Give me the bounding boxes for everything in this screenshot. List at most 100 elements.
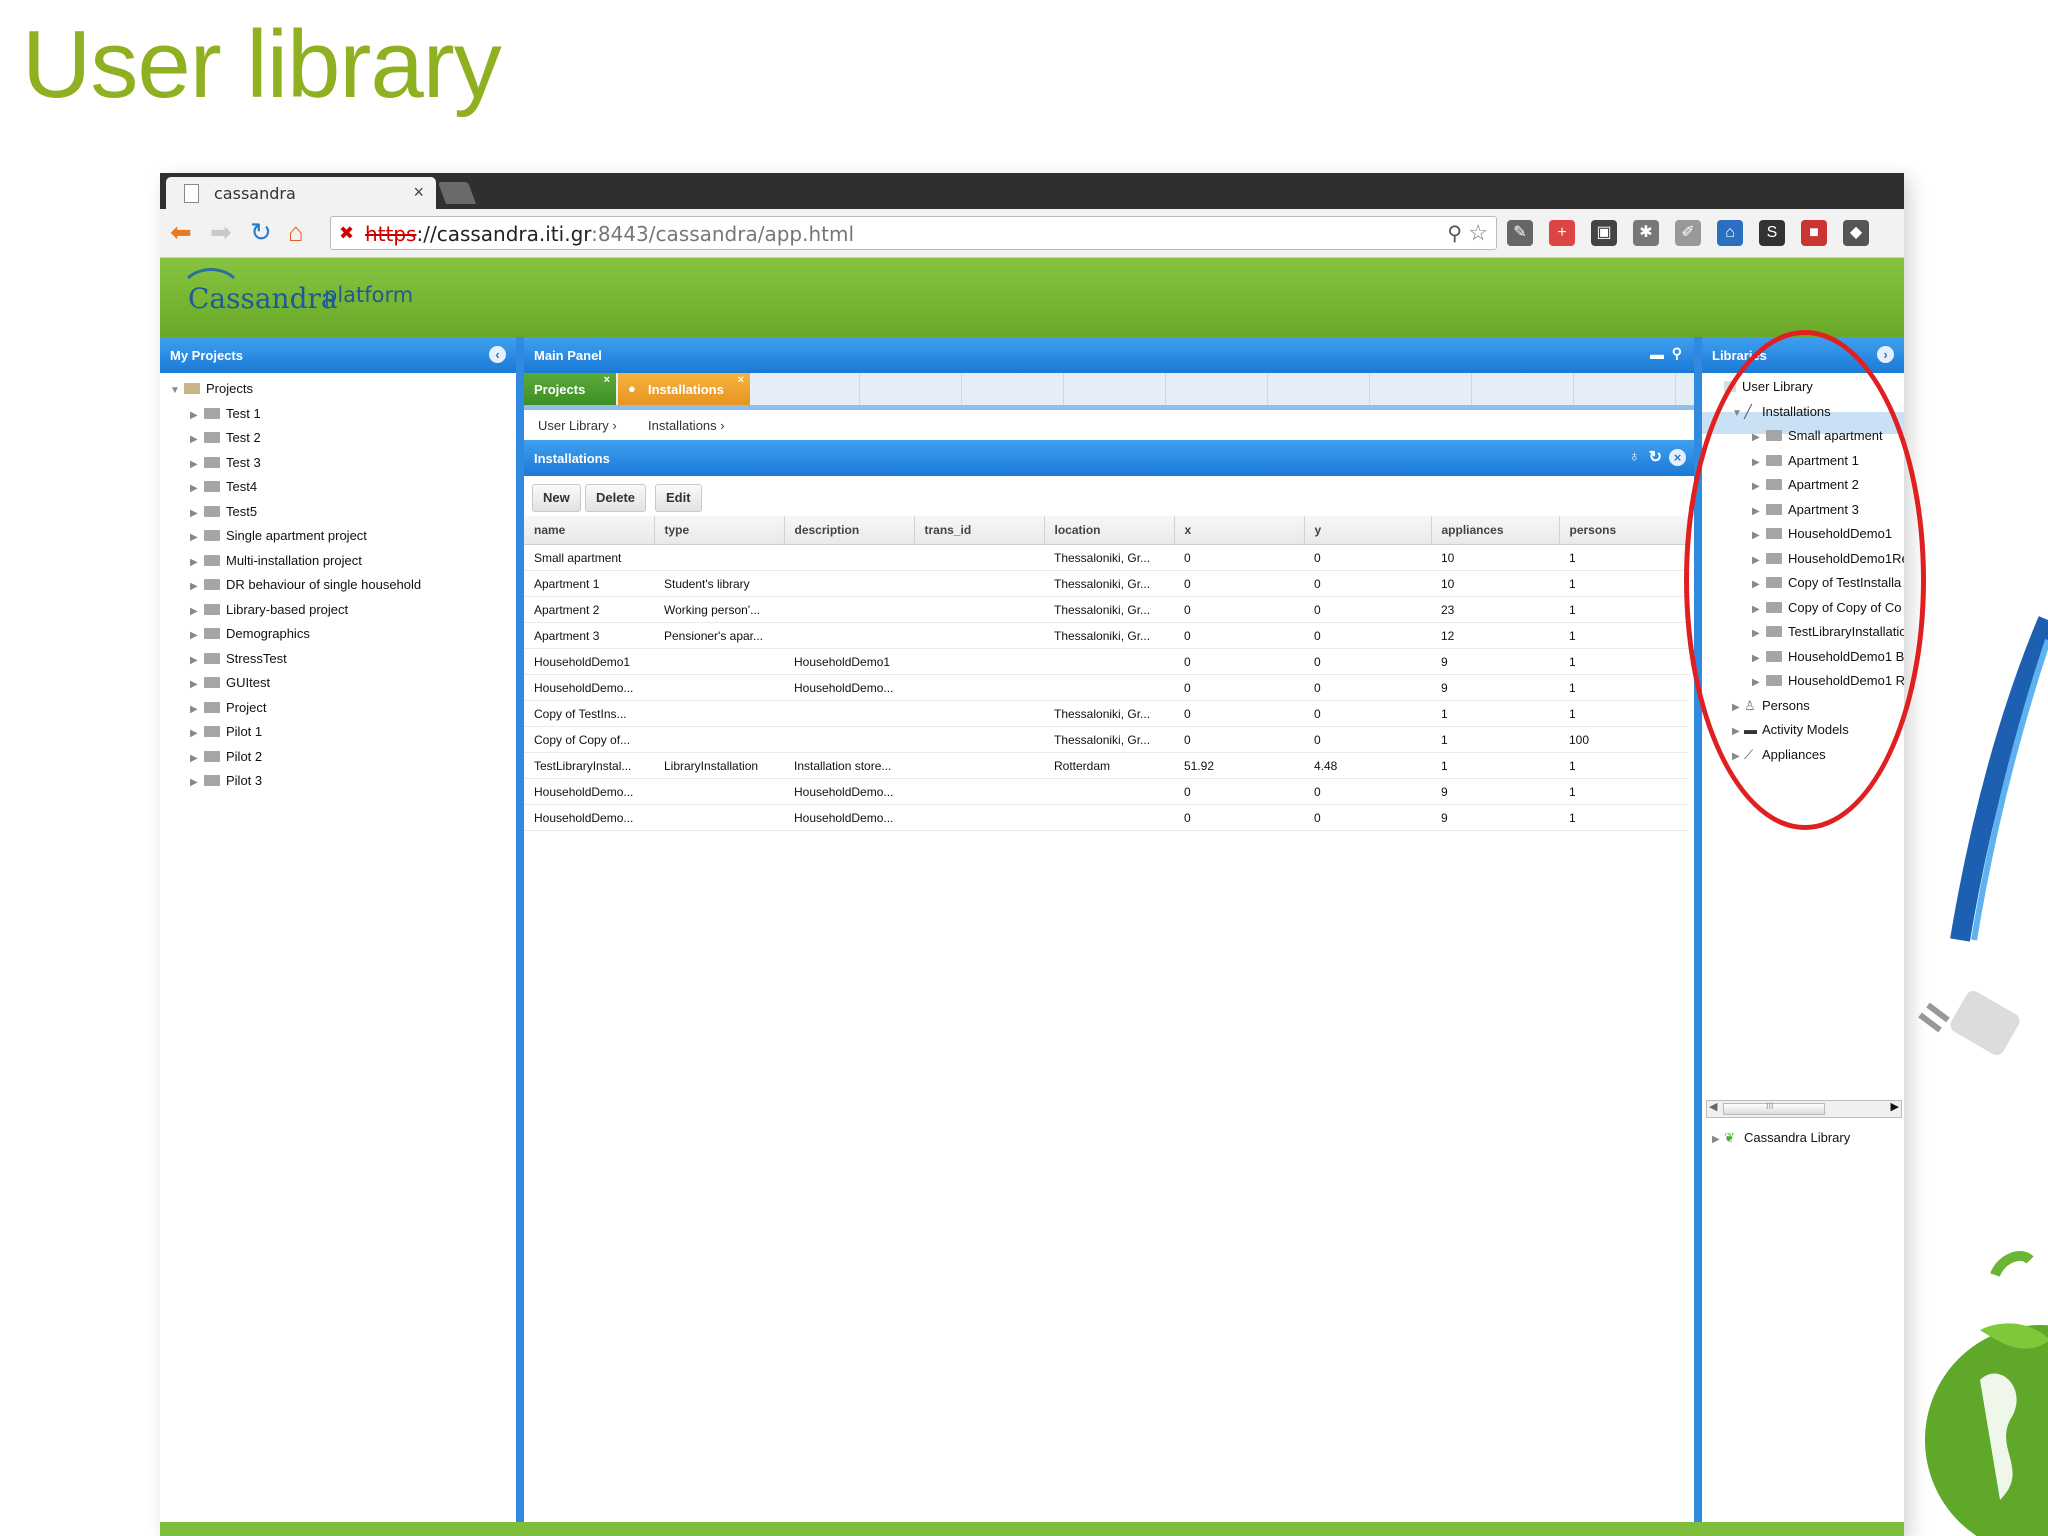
- table-row[interactable]: HouseholdDemo1 HouseholdDemo1 0 0 9 1: [524, 648, 1689, 675]
- new-button[interactable]: New: [532, 484, 581, 512]
- browser-tab[interactable]: cassandra ×: [166, 177, 436, 209]
- insecure-lock-icon[interactable]: ✖: [339, 223, 354, 244]
- extension-icon[interactable]: ✎: [1507, 220, 1533, 246]
- extension-icon[interactable]: ■: [1801, 220, 1827, 246]
- breadcrumb-user-library[interactable]: User Library ›: [538, 418, 617, 433]
- expand-arrow-icon[interactable]: ▶: [190, 606, 202, 617]
- close-circle-icon[interactable]: ×: [1669, 449, 1686, 466]
- table-row[interactable]: Copy of TestIns... Thessaloniki, Gr... 0 0 1…: [524, 700, 1689, 727]
- expand-arrow-icon[interactable]: ▶: [190, 655, 202, 666]
- expand-arrow-icon[interactable]: ▼: [170, 385, 182, 396]
- bookmark-star-icon[interactable]: ☆: [1468, 220, 1488, 246]
- address-bar[interactable]: ✖ https://cassandra.iti.gr:8443/cassandr…: [330, 216, 1497, 250]
- table-row[interactable]: Small apartment Thessaloniki, Gr... 0 0 10 1: [524, 544, 1689, 571]
- expand-arrow-icon[interactable]: ▶: [190, 581, 202, 592]
- tree-item[interactable]: ▶ Pilot 1: [190, 724, 262, 748]
- tree-item[interactable]: ▶ Library-based project: [190, 602, 348, 626]
- delete-button[interactable]: Delete: [585, 484, 647, 512]
- expand-arrow-icon[interactable]: ▶: [190, 704, 202, 715]
- scroll-left-icon[interactable]: ◀: [1709, 1100, 1717, 1113]
- expand-arrow-icon[interactable]: ▶: [190, 483, 202, 494]
- extension-icon[interactable]: ▣: [1591, 220, 1617, 246]
- search-icon[interactable]: ⚲: [1672, 345, 1682, 362]
- column-header[interactable]: trans_id: [914, 516, 1045, 545]
- table-row[interactable]: Apartment 3 Pensioner's apar... Thessaloni…: [524, 622, 1689, 649]
- tree-item[interactable]: ▶ Test 2: [190, 430, 261, 454]
- column-header[interactable]: appliances: [1431, 516, 1560, 545]
- collapse-right-icon[interactable]: ›: [1877, 346, 1894, 363]
- expand-arrow-icon[interactable]: ▶: [190, 459, 202, 470]
- table-row[interactable]: Copy of Copy of... Thessaloniki, Gr... 0 0 1…: [524, 726, 1689, 753]
- table-cell: [1044, 674, 1174, 701]
- scroll-thumb[interactable]: III: [1723, 1101, 1825, 1115]
- left-splitter[interactable]: [516, 337, 524, 1536]
- chat-icon[interactable]: ▬: [1650, 346, 1664, 362]
- tab-close-icon[interactable]: ×: [738, 374, 744, 386]
- horizontal-scrollbar[interactable]: ◀ III ▶: [1706, 1100, 1902, 1118]
- column-header[interactable]: type: [654, 516, 785, 545]
- new-tab-button[interactable]: [437, 182, 477, 204]
- collapse-left-icon[interactable]: ‹: [489, 346, 506, 363]
- expand-arrow-icon[interactable]: ▶: [190, 679, 202, 690]
- tab-close-icon[interactable]: ×: [413, 182, 424, 203]
- tree-item[interactable]: ▶ Test 1: [190, 406, 261, 430]
- tree-item[interactable]: ▶ Test4: [190, 479, 257, 503]
- tree-item[interactable]: ▶ Pilot 3: [190, 773, 262, 797]
- column-header[interactable]: description: [784, 516, 915, 545]
- refresh-icon[interactable]: ↻: [1649, 447, 1662, 467]
- column-header[interactable]: y: [1304, 516, 1432, 545]
- edit-button[interactable]: Edit: [655, 484, 702, 512]
- table-cell: TestLibraryInstal...: [524, 752, 654, 779]
- expand-arrow-icon[interactable]: ▶: [190, 508, 202, 519]
- tree-item[interactable]: ▶ DR behaviour of single household: [190, 577, 421, 601]
- back-arrow-icon[interactable]: ⬅: [170, 217, 192, 248]
- tree-item[interactable]: ▶ Test 3: [190, 455, 261, 479]
- eyedropper-icon[interactable]: ✐: [1675, 220, 1701, 246]
- tree-item[interactable]: ▶ Single apartment project: [190, 528, 367, 552]
- tab-close-icon[interactable]: ×: [604, 374, 610, 386]
- bug-icon[interactable]: ✱: [1633, 220, 1659, 246]
- tree-item-cassandra-library[interactable]: ▶ ❦ Cassandra Library: [1712, 1130, 1850, 1154]
- extension-icon[interactable]: ⌂: [1717, 220, 1743, 246]
- zoom-icon[interactable]: ⚲: [1447, 221, 1462, 246]
- extension-icon[interactable]: ◆: [1843, 220, 1869, 246]
- expand-arrow-icon[interactable]: ▶: [190, 557, 202, 568]
- tree-item[interactable]: ▶ Test5: [190, 504, 257, 528]
- tree-item[interactable]: ▶ Project: [190, 700, 266, 724]
- tree-item[interactable]: ▶ StressTest: [190, 651, 287, 675]
- expand-arrow-icon[interactable]: ▶: [190, 410, 202, 421]
- tab-installations[interactable]: ● Installations ×: [618, 373, 750, 405]
- scroll-right-icon[interactable]: ▶: [1891, 1100, 1899, 1113]
- tab-projects[interactable]: Projects ×: [524, 373, 616, 405]
- reload-icon[interactable]: ↻: [250, 217, 272, 248]
- tree-root-projects[interactable]: ▼ Projects: [170, 381, 253, 405]
- table-row[interactable]: HouseholdDemo... HouseholdDemo... 0 0 9 1: [524, 778, 1689, 805]
- column-header[interactable]: persons: [1559, 516, 1690, 545]
- tree-item[interactable]: ▶ Multi-installation project: [190, 553, 362, 577]
- expand-arrow-icon[interactable]: ▶: [190, 532, 202, 543]
- tree-item[interactable]: ▶ Demographics: [190, 626, 310, 650]
- extension-icon[interactable]: S: [1759, 220, 1785, 246]
- expand-arrow-icon[interactable]: ▶: [190, 630, 202, 641]
- table-row[interactable]: Apartment 2 Working person'... Thessalonik…: [524, 596, 1689, 623]
- scroll-grip: III: [1766, 1101, 1774, 1111]
- column-header[interactable]: name: [524, 516, 655, 545]
- home-icon[interactable]: ⌂: [288, 217, 304, 248]
- google-plus-icon[interactable]: +: [1549, 220, 1575, 246]
- table-row[interactable]: TestLibraryInstal... LibraryInstallation I…: [524, 752, 1689, 779]
- tree-item[interactable]: ▶ GUItest: [190, 675, 270, 699]
- expand-arrow-icon[interactable]: ▶: [190, 728, 202, 739]
- drop-icon[interactable]: ♁: [1629, 448, 1640, 465]
- table-row[interactable]: Apartment 1 Student's library Thessaloniki…: [524, 570, 1689, 597]
- forward-arrow-icon[interactable]: ➡: [210, 217, 232, 248]
- column-header[interactable]: location: [1044, 516, 1175, 545]
- table-row[interactable]: HouseholdDemo... HouseholdDemo... 0 0 9 1: [524, 804, 1689, 831]
- expand-arrow-icon[interactable]: ▶: [190, 753, 202, 764]
- breadcrumb-installations[interactable]: Installations ›: [648, 418, 725, 433]
- expand-arrow-icon[interactable]: ▶: [1712, 1134, 1724, 1145]
- column-header[interactable]: x: [1174, 516, 1305, 545]
- expand-arrow-icon[interactable]: ▶: [190, 777, 202, 788]
- expand-arrow-icon[interactable]: ▶: [190, 434, 202, 445]
- table-row[interactable]: HouseholdDemo... HouseholdDemo... 0 0 9 1: [524, 674, 1689, 701]
- tree-item[interactable]: ▶ Pilot 2: [190, 749, 262, 773]
